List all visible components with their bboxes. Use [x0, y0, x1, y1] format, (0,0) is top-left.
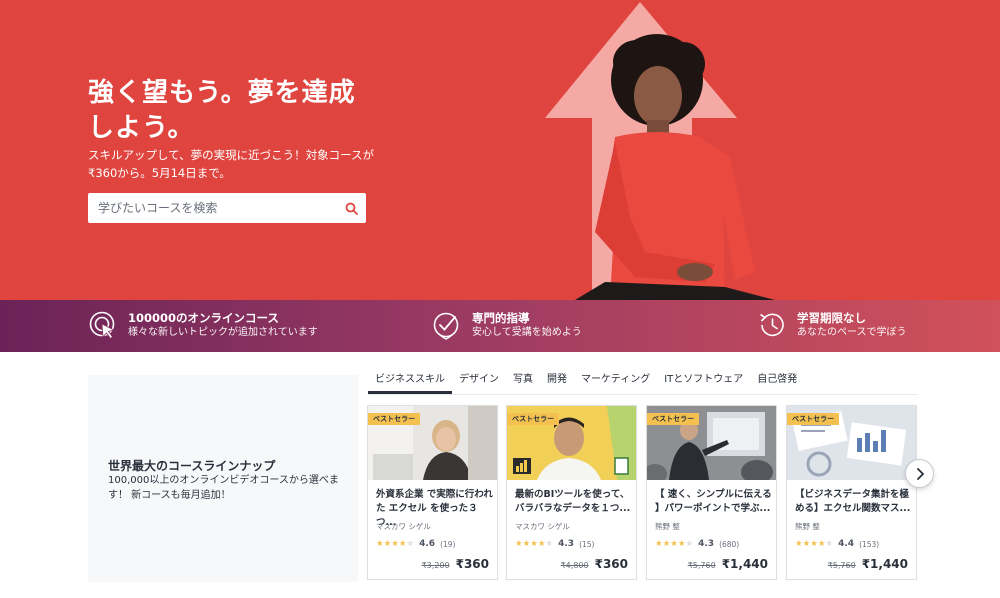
tab-development[interactable]: 開発 — [540, 371, 574, 394]
rating-value: 4.6 — [419, 539, 436, 549]
original-price: ₹3,200 — [421, 561, 450, 570]
course-cursor-icon — [89, 311, 116, 340]
feature-title: 専門的指導 — [472, 310, 530, 325]
course-price: ₹4,800 ₹360 — [561, 557, 628, 571]
promo-panel: 世界最大のコースラインナップ 100,000以上のオンラインビデオコースから選べ… — [88, 375, 358, 582]
course-title[interactable]: 最新のBIツールを使って、バラバラなデータを１つ... — [515, 488, 633, 516]
original-price: ₹5,760 — [827, 561, 856, 570]
course-author: マスカワ シゲル — [376, 522, 431, 531]
promo-desc: 100,000以上のオンラインビデオコースから選べます！ 新コースも毎月追加！ — [108, 475, 339, 501]
carousel-next-button[interactable] — [905, 459, 934, 488]
bestseller-badge: ベストセラー — [507, 413, 560, 425]
feature-title: 100000のオンラインコース — [128, 310, 279, 325]
history-clock-icon — [760, 313, 784, 337]
search-button[interactable] — [336, 193, 366, 223]
feature-desc: 安心して受講を始めよう — [472, 326, 582, 338]
tab-it-software[interactable]: ITとソフトウェア — [657, 371, 750, 394]
rating-count: (153) — [859, 539, 880, 549]
star-rating-icon: ★★★★★ — [795, 539, 834, 549]
course-title[interactable]: 【 速く、シンプルに伝える 】パワーポイントで学ぶ... — [655, 488, 773, 516]
rating-count: (15) — [579, 539, 595, 549]
course-author: 熊野 整 — [795, 522, 820, 531]
feature-lifetime: 学習期限なし あなたのペースで学ぼう — [757, 310, 907, 340]
course-price: ₹5,760 ₹1,440 — [828, 557, 908, 571]
rating-count: (680) — [719, 539, 740, 549]
course-author: 熊野 整 — [655, 522, 680, 531]
hero-person-image — [575, 34, 775, 300]
bestseller-badge: ベストセラー — [787, 413, 840, 425]
rating-value: 4.4 — [838, 539, 855, 549]
check-badge-icon — [433, 312, 459, 340]
feature-expert: 専門的指導 安心して受講を始めよう — [432, 310, 582, 340]
course-rating: ★★★★★ 4.4 (153) — [795, 539, 879, 549]
promo-title: 世界最大のコースラインナップ — [108, 459, 276, 473]
search-bar — [88, 193, 366, 223]
sale-price: ₹1,440 — [861, 557, 908, 571]
course-price: ₹3,200 ₹360 — [422, 557, 489, 571]
star-rating-icon: ★★★★★ — [655, 539, 694, 549]
sale-price: ₹1,440 — [721, 557, 768, 571]
tab-business-skills[interactable]: ビジネススキル — [368, 371, 452, 394]
bestseller-badge: ベストセラー — [647, 413, 700, 425]
course-title[interactable]: 【ビジネスデータ集計を極める】エクセル関数マス... — [795, 488, 913, 516]
category-tabs: ビジネススキル デザイン 写真 開発 マーケティング ITとソフトウェア 自己啓… — [368, 371, 918, 395]
course-price: ₹5,760 ₹1,440 — [688, 557, 768, 571]
feature-desc: あなたのペースで学ぼう — [797, 326, 907, 338]
sale-price: ₹360 — [594, 557, 628, 571]
course-thumbnail: ベストセラー — [507, 406, 636, 480]
sale-price: ₹360 — [455, 557, 489, 571]
search-icon — [345, 202, 358, 215]
tab-marketing[interactable]: マーケティング — [574, 371, 657, 394]
original-price: ₹4,800 — [560, 561, 589, 570]
chevron-right-icon — [916, 467, 924, 480]
course-thumbnail: ベストセラー — [787, 406, 916, 480]
search-input[interactable] — [88, 194, 336, 222]
rating-value: 4.3 — [558, 539, 575, 549]
hero-banner: 強く望もう。夢を達成しよう。 スキルアップして、夢の実現に近づこう！対象コースが… — [0, 0, 1000, 300]
course-thumbnail: ベストセラー — [368, 406, 497, 480]
course-card[interactable]: ベストセラー 外資系企業 で実際に行われ た エクセル を使った３つ... マス… — [367, 405, 498, 580]
course-card[interactable]: ベストセラー 最新のBIツールを使って、バラバラなデータを１つ... マスカワ … — [506, 405, 637, 580]
course-rating: ★★★★★ 4.3 (680) — [655, 539, 739, 549]
course-card[interactable]: ベストセラー 【 速く、シンプルに伝える 】パワーポイントで学ぶ... 熊野 整… — [646, 405, 777, 580]
course-rating: ★★★★★ 4.6 (19) — [376, 539, 455, 549]
tab-personal-development[interactable]: 自己啓発 — [750, 371, 804, 394]
course-author: マスカワ シゲル — [515, 522, 570, 531]
star-rating-icon: ★★★★★ — [515, 539, 554, 549]
feature-title: 学習期限なし — [797, 310, 866, 325]
course-thumbnail: ベストセラー — [647, 406, 776, 480]
rating-value: 4.3 — [698, 539, 715, 549]
hero-title: 強く望もう。夢を達成しよう。 — [88, 78, 356, 143]
bestseller-badge: ベストセラー — [368, 413, 421, 425]
feature-courses: 100000のオンラインコース 様々な新しいトピックが追加されています — [88, 310, 318, 340]
tab-design[interactable]: デザイン — [452, 371, 506, 394]
course-card[interactable]: ベストセラー 【ビジネスデータ集計を極める】エクセル関数マス... 熊野 整 ★… — [786, 405, 917, 580]
hero-subtitle: スキルアップして、夢の実現に近づこう！対象コースが₹360から。5月14日まで。 — [88, 148, 375, 180]
rating-count: (19) — [440, 539, 456, 549]
star-rating-icon: ★★★★★ — [376, 539, 415, 549]
feature-bar: 100000のオンラインコース 様々な新しいトピックが追加されています 専門的指… — [0, 300, 1000, 352]
original-price: ₹5,760 — [687, 561, 716, 570]
tab-photography[interactable]: 写真 — [506, 371, 540, 394]
feature-desc: 様々な新しいトピックが追加されています — [128, 326, 318, 338]
course-rating: ★★★★★ 4.3 (15) — [515, 539, 594, 549]
